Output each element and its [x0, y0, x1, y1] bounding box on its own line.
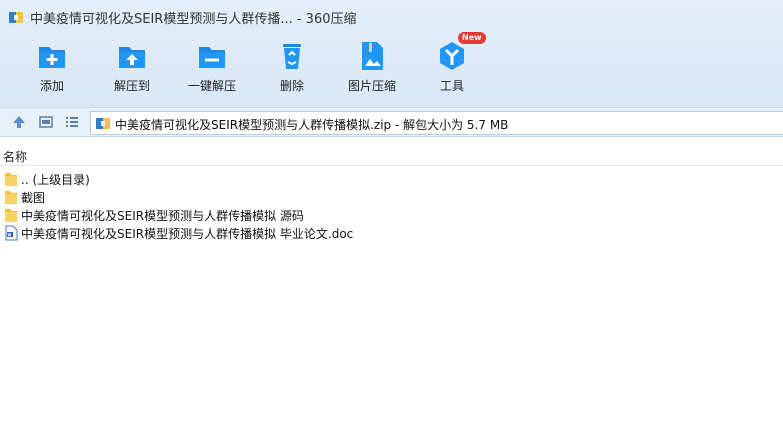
one-click-extract-button[interactable]: 一键解压 [172, 36, 252, 98]
app-logo-icon [9, 12, 23, 23]
delete-button[interactable]: 删除 [252, 36, 332, 98]
extract-to-label: 解压到 [113, 79, 150, 93]
list-item-label: 中美疫情可视化及SEIR模型预测与人群传播模拟 源码 [21, 209, 304, 223]
list-item-thesis-doc[interactable]: 中美疫情可视化及SEIR模型预测与人群传播模拟 毕业论文.doc [0, 224, 783, 242]
word-document-icon [5, 225, 18, 241]
tools-label: 工具 [439, 79, 464, 93]
image-compress-label: 图片压缩 [347, 79, 396, 93]
add-icon [39, 47, 65, 68]
list-item-label: 截图 [21, 191, 46, 205]
list-item-label: 中美疫情可视化及SEIR模型预测与人群传播模拟 毕业论文.doc [21, 227, 354, 241]
list-view-icon[interactable] [64, 114, 80, 130]
toolbar: 添加 解压到 一键解压 删除 图片压缩 New 工具 [0, 32, 783, 98]
folder-icon [5, 173, 17, 186]
window-title: 中美疫情可视化及SEIR模型预测与人群传播... - 360压缩 [30, 12, 357, 27]
up-arrow-icon[interactable] [11, 114, 27, 130]
recycle-bin-icon [283, 44, 301, 69]
extract-to-icon [119, 47, 145, 68]
list-item-screenshots-folder[interactable]: 截图 [0, 188, 783, 206]
column-header-name[interactable]: 名称 [0, 146, 783, 166]
one-click-extract-icon [199, 47, 225, 68]
one-click-extract-label: 一键解压 [187, 79, 236, 93]
image-compress-button[interactable]: 图片压缩 [332, 36, 412, 98]
image-compress-icon [362, 42, 383, 70]
top-area: 中美疫情可视化及SEIR模型预测与人群传播... - 360压缩 添加 解压到 [0, 0, 783, 107]
folder-icon [5, 191, 17, 204]
list-item-source-folder[interactable]: 中美疫情可视化及SEIR模型预测与人群传播模拟 源码 [0, 206, 783, 224]
folder-icon [5, 209, 17, 222]
tools-icon [440, 42, 464, 70]
path-bar: 中美疫情可视化及SEIR模型预测与人群传播模拟.zip - 解包大小为 5.7 … [0, 107, 783, 137]
title-bar: 中美疫情可视化及SEIR模型预测与人群传播... - 360压缩 [0, 0, 783, 34]
tools-button[interactable]: New 工具 [412, 32, 492, 98]
thumbnail-view-icon[interactable] [38, 114, 54, 130]
zip-archive-icon [96, 118, 110, 129]
archive-path-text: 中美疫情可视化及SEIR模型预测与人群传播模拟.zip - 解包大小为 5.7 … [115, 118, 509, 132]
list-item-parent-directory[interactable]: .. (上级目录) [0, 170, 783, 188]
delete-label: 删除 [279, 79, 304, 93]
list-item-label: .. (上级目录) [21, 173, 90, 187]
add-button[interactable]: 添加 [12, 36, 92, 98]
extract-to-button[interactable]: 解压到 [92, 36, 172, 98]
add-label: 添加 [39, 79, 64, 93]
new-badge: New [458, 32, 486, 44]
path-field[interactable]: 中美疫情可视化及SEIR模型预测与人群传播模拟.zip - 解包大小为 5.7 … [90, 111, 783, 135]
column-name-label: 名称 [3, 150, 28, 164]
